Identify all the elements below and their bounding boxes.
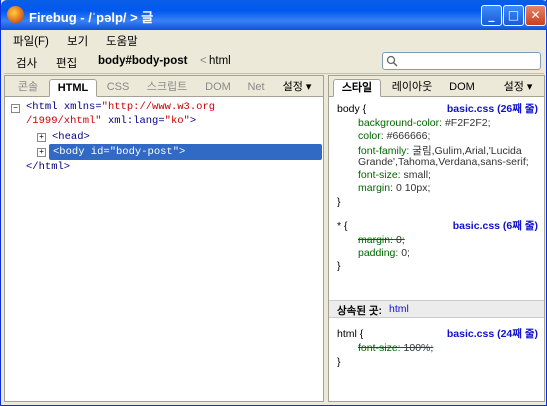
css-property[interactable]: padding: 0; [358,247,410,259]
menu-help[interactable]: 도움말 [106,33,138,49]
tab-console[interactable]: 콘솔 [9,79,47,97]
inspect-button[interactable]: 검사 [16,55,37,71]
tab-script[interactable]: 스크립트 [139,79,195,97]
tab-style[interactable]: 스타일 [333,79,381,97]
css-property-overridden[interactable]: margin: 0; [358,234,405,246]
search-input[interactable] [382,52,541,70]
search-icon [386,55,398,67]
css-source-link[interactable]: basic.css (26째 줄) [447,101,538,116]
options-menu[interactable]: 설정 ▾ [275,79,319,97]
css-source-link[interactable]: basic.css (24째 줄) [447,326,538,341]
tree-node-html-attrs: /1999/xhtml" xml:lang="ko"> [26,115,197,127]
css-selector[interactable]: * { [337,220,348,232]
css-selector[interactable]: html { [337,328,363,340]
expand-toggle-body[interactable]: + [37,148,46,157]
edit-button[interactable]: 편집 [56,55,77,71]
css-rule-close: } [337,196,341,208]
tab-css[interactable]: CSS [101,79,135,97]
css-property-overridden[interactable]: font-size: 100%; [358,342,433,354]
selected-node-highlight[interactable]: <body id="body-post"> [49,144,322,160]
tree-node-html[interactable]: <html xmlns="http://www.w3.org [26,100,215,114]
maximize-button[interactable]: □ [503,5,524,26]
window-title: Firebug - /ˈpəlp/ > 글 [29,10,154,25]
toolbar: 검사 편집 body#body-post < html [4,50,544,74]
css-selector[interactable]: body { [337,103,366,115]
close-button[interactable]: ✕ [525,5,546,26]
html-panel: 콘솔 HTML CSS 스크립트 DOM Net 설정 ▾ − <html xm… [4,75,324,402]
css-rule-close: } [337,260,341,272]
css-property[interactable]: margin: 0 10px; [358,182,430,194]
side-options-menu[interactable]: 설정 ▾ [495,79,541,97]
css-property-continued: Grande',Tahoma,Verdana,sans-serif; [358,156,529,168]
css-property[interactable]: color: #666666; [358,130,430,142]
css-property[interactable]: font-size: small; [358,169,431,181]
side-panel-tabs: 스타일 레이아웃 DOM 설정 ▾ [329,76,544,97]
tab-html[interactable]: HTML [49,79,97,97]
minimize-button[interactable]: _ [481,5,502,26]
expand-toggle-head[interactable]: + [37,133,46,142]
menu-bar: 파일(F) 보기 도움말 [4,30,544,50]
style-panel: body { basic.css (26째 줄) background-colo… [329,98,544,401]
tab-side-dom[interactable]: DOM [445,79,479,97]
css-property[interactable]: background-color: #F2F2F2; [358,117,491,129]
firebug-logo-icon [7,6,24,23]
breadcrumb-html[interactable]: html [209,55,231,67]
tab-layout[interactable]: 레이아웃 [385,79,439,97]
html-tree: − <html xmlns="http://www.w3.org /1999/x… [5,98,323,401]
tree-node-html-close: </html> [26,161,71,173]
breadcrumb-separator: < [200,55,207,67]
collapse-toggle[interactable]: − [11,104,20,113]
tree-node-body[interactable]: <body id="body-post"> [53,145,185,159]
tree-node-head[interactable]: <head> [52,130,90,144]
breadcrumb-current[interactable]: body#body-post [98,55,187,67]
firebug-window: Firebug - /ˈpəlp/ > 글 _ □ ✕ 파일(F) 보기 도움말… [0,0,547,406]
inherited-from-header: 상속된 곳: html [329,300,544,318]
tab-dom[interactable]: DOM [199,79,237,97]
side-panel: 스타일 레이아웃 DOM 설정 ▾ body { basic.css (26째 … [328,75,545,402]
title-bar[interactable]: Firebug - /ˈpəlp/ > 글 _ □ ✕ [1,0,547,30]
css-rule-close: } [337,356,341,368]
css-source-link[interactable]: basic.css (6째 줄) [453,218,538,233]
menu-view[interactable]: 보기 [67,33,88,49]
menu-file[interactable]: 파일(F) [13,33,49,49]
tab-net[interactable]: Net [241,79,271,97]
inherited-link[interactable]: html [389,303,409,315]
inherited-label: 상속된 곳: [337,305,383,317]
panel-tabs: 콘솔 HTML CSS 스크립트 DOM Net 설정 ▾ [5,76,323,97]
